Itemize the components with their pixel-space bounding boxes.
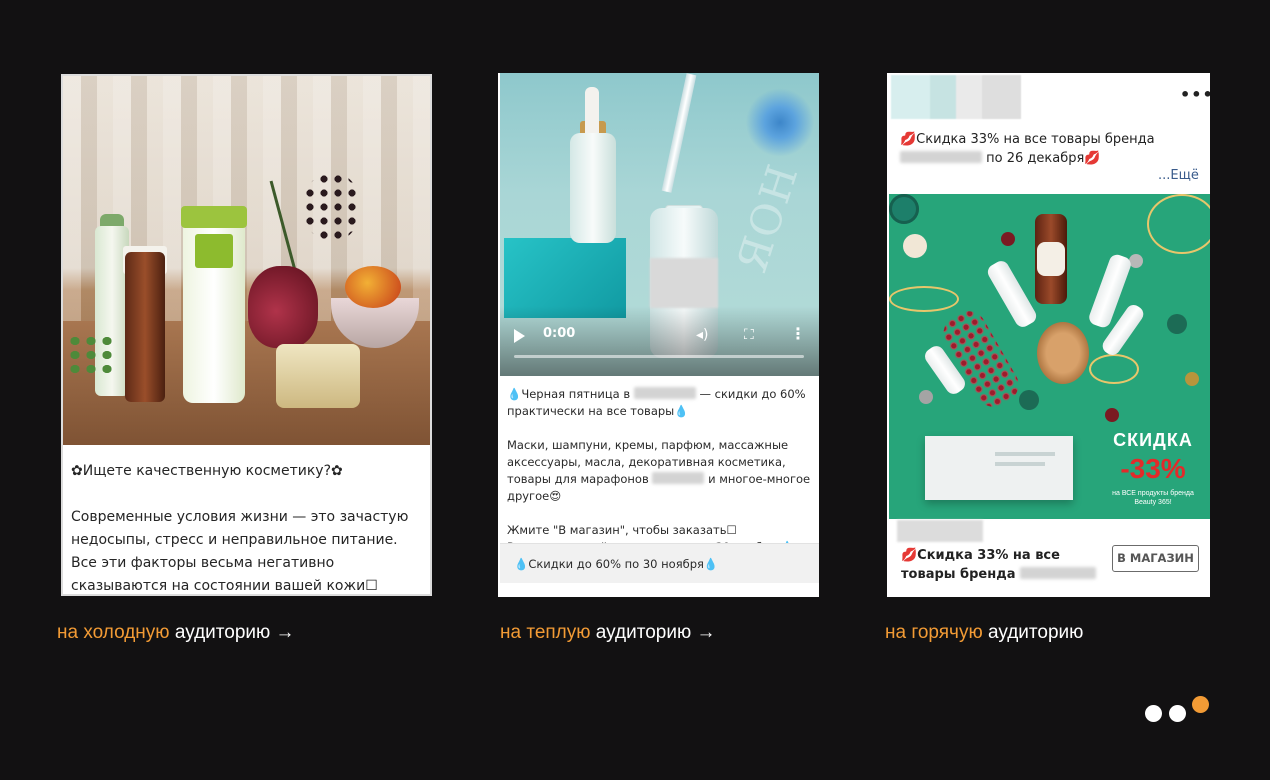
brown-bottle: [125, 252, 165, 402]
ad-body: Современные условия жизни — это зачастую…: [71, 509, 409, 594]
volume-icon[interactable]: ◂): [696, 327, 709, 343]
shop-button[interactable]: В МАГАЗИН: [1112, 545, 1199, 572]
sale-badge: СКИДКА -33% на ВСЕ продукты бренда Beaut…: [1103, 430, 1203, 507]
video-player[interactable]: ЯОН 0:00 ◂) ⛶ ⋮: [500, 73, 819, 376]
ad-line1-start: 💧Черная пятница в: [507, 387, 631, 401]
ad-line2: по 26 декабря💋: [986, 151, 1101, 166]
sale-note: на ВСЕ продукты бренда Beauty 365!: [1112, 490, 1194, 506]
gold-ribbon: [1089, 354, 1139, 384]
ad-paragraph: Маски, шампуни, кремы, парфюм, массажные…: [507, 437, 813, 505]
slide-pager: [1144, 696, 1214, 724]
play-icon[interactable]: [514, 329, 525, 343]
ad-card-warm: ЯОН 0:00 ◂) ⛶ ⋮ 💧Черная пятница в — скид…: [498, 73, 819, 597]
gift-box: [925, 436, 1073, 500]
caption-hot[interactable]: на горячую аудиторию: [885, 622, 1083, 644]
ornament: [1019, 390, 1039, 410]
ad-line1: 💋Скидка 33% на все товары бренда: [900, 132, 1155, 147]
pager-dot[interactable]: [1145, 705, 1162, 722]
spray-bottle: [984, 258, 1040, 330]
gold-ribbon: [1147, 194, 1210, 254]
gold-ribbon: [889, 286, 959, 312]
sale-value: -33%: [1120, 453, 1186, 484]
ad-text: 💋Скидка 33% на все товары бренда по 26 д…: [900, 130, 1195, 168]
blurred-label: [650, 258, 718, 308]
pager-dot[interactable]: [1169, 705, 1186, 722]
ad-paragraph: 💧Черная пятница в — скидки до 60% практи…: [507, 386, 813, 420]
blurred-page-header: [891, 75, 1021, 119]
red-vase: [248, 266, 318, 348]
ad-line2-row: по 26 декабря💋: [900, 149, 1195, 168]
video-time: 0:00: [543, 326, 576, 341]
cosmetics-photo: [63, 76, 430, 445]
ad-card-hot: ••• 💋Скидка 33% на все товары бренда по …: [887, 73, 1210, 597]
ornament: [1001, 232, 1015, 246]
caption-text: аудиторию: [982, 622, 1084, 643]
caption-highlight: на горячую: [885, 622, 983, 643]
more-options-icon[interactable]: ⋮: [790, 324, 806, 343]
promo-image[interactable]: СКИДКА -33% на ВСЕ продукты бренда Beaut…: [889, 194, 1210, 519]
fullscreen-icon[interactable]: ⛶: [744, 327, 754, 343]
ornament: [1105, 408, 1119, 422]
tube-logo: [195, 234, 233, 268]
pager-dot-active[interactable]: [1192, 696, 1209, 713]
caption-text: аудиторию →: [590, 622, 716, 643]
ornament: [1167, 314, 1187, 334]
ad-text: ✿Ищете качественную косметику?✿ Современ…: [71, 460, 423, 594]
read-more-link[interactable]: ...Ещё: [1158, 168, 1199, 183]
caption-text: аудиторию →: [169, 622, 295, 643]
ad-card-cold: ✿Ищете качественную косметику?✿ Современ…: [61, 74, 432, 596]
blurred-brand: [652, 472, 705, 484]
blurred-site-name: [897, 520, 983, 542]
sale-title: СКИДКА: [1113, 430, 1193, 450]
video-controls: 0:00 ◂) ⛶ ⋮: [500, 316, 819, 376]
caption-highlight: на теплую: [500, 622, 591, 643]
caption-highlight: на холодную: [57, 622, 170, 643]
blurred-brand: [1020, 567, 1097, 579]
tube-cap: [181, 206, 247, 228]
video-progress-bar[interactable]: [514, 355, 804, 358]
caption-warm[interactable]: на теплую аудиторию →: [500, 622, 716, 644]
body-brush: [1037, 322, 1089, 384]
pipette: [661, 73, 697, 193]
blurred-brand: [633, 387, 696, 399]
box-text: [995, 462, 1045, 466]
ad-headline: ✿Ищете качественную косметику?✿: [71, 463, 343, 479]
blurred-brand: [900, 151, 982, 163]
ornament: [1185, 372, 1199, 386]
massage-cup: [889, 194, 919, 224]
footer-title: 💋Скидка 33% на все товары бренда: [901, 546, 1101, 584]
cream-jar: [276, 344, 360, 408]
serum-bottle: [570, 133, 616, 243]
oil-bottle-label: [1037, 242, 1065, 276]
mango-fruit: [345, 266, 401, 308]
ornament: [1129, 254, 1143, 268]
ornament: [919, 390, 933, 404]
caption-cold[interactable]: на холодную аудиторию →: [57, 622, 295, 644]
more-menu-icon[interactable]: •••: [1180, 85, 1210, 104]
ornament: [903, 234, 927, 258]
box-text: [995, 452, 1055, 456]
ad-footer[interactable]: 💧Скидки до 60% по 30 ноября💧: [500, 543, 819, 583]
berries-branch: [303, 172, 361, 242]
small-plant: [67, 334, 113, 374]
